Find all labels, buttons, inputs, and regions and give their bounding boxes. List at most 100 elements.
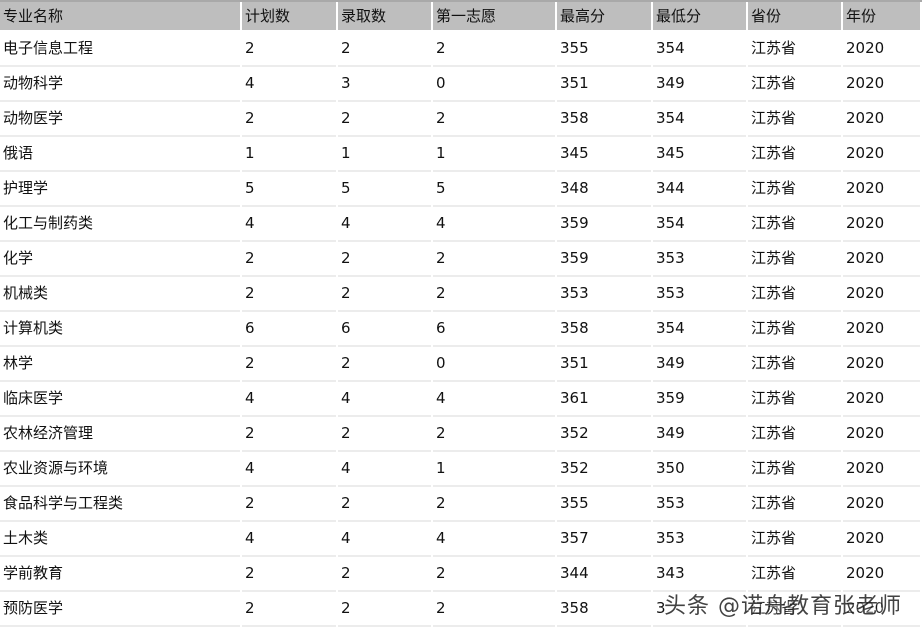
cell-year[interactable]: 2020 — [843, 417, 920, 452]
cell-max-score[interactable]: 359 — [557, 207, 651, 242]
column-header-admitted-count[interactable]: 录取数 — [338, 2, 431, 32]
cell-admitted-count[interactable]: 5 — [338, 172, 431, 207]
cell-year[interactable]: 2020 — [843, 557, 920, 592]
cell-province[interactable]: 江苏省 — [748, 242, 841, 277]
column-header-first-choice[interactable]: 第一志愿 — [433, 2, 555, 32]
cell-admitted-count[interactable]: 3 — [338, 67, 431, 102]
cell-province[interactable]: 江苏省 — [748, 417, 841, 452]
cell-year[interactable]: 2020 — [843, 207, 920, 242]
cell-max-score[interactable]: 358 — [557, 312, 651, 347]
cell-min-score[interactable]: 345 — [653, 137, 746, 172]
cell-province[interactable]: 江苏省 — [748, 312, 841, 347]
cell-year[interactable]: 2020 — [843, 487, 920, 522]
cell-year[interactable]: 2020 — [843, 452, 920, 487]
cell-first-choice[interactable]: 0 — [433, 67, 555, 102]
cell-first-choice[interactable]: 6 — [433, 312, 555, 347]
cell-major-name[interactable]: 动物医学 — [0, 102, 240, 137]
cell-max-score[interactable]: 359 — [557, 242, 651, 277]
cell-province[interactable]: 江苏省 — [748, 382, 841, 417]
cell-admitted-count[interactable]: 2 — [338, 592, 431, 627]
cell-plan-count[interactable]: 6 — [242, 312, 336, 347]
cell-plan-count[interactable]: 4 — [242, 522, 336, 557]
cell-year[interactable]: 2020 — [843, 312, 920, 347]
cell-first-choice[interactable]: 1 — [433, 137, 555, 172]
cell-province[interactable]: 江苏省 — [748, 102, 841, 137]
cell-year[interactable]: 2020 — [843, 32, 920, 67]
column-header-major-name[interactable]: 专业名称 — [0, 2, 240, 32]
cell-admitted-count[interactable]: 4 — [338, 382, 431, 417]
cell-max-score[interactable]: 355 — [557, 32, 651, 67]
cell-plan-count[interactable]: 4 — [242, 207, 336, 242]
cell-major-name[interactable]: 计算机类 — [0, 312, 240, 347]
cell-major-name[interactable]: 化学 — [0, 242, 240, 277]
column-header-province[interactable]: 省份 — [748, 2, 841, 32]
cell-first-choice[interactable]: 2 — [433, 487, 555, 522]
cell-province[interactable]: 江苏省 — [748, 347, 841, 382]
cell-max-score[interactable]: 351 — [557, 67, 651, 102]
cell-min-score[interactable]: 359 — [653, 382, 746, 417]
cell-major-name[interactable]: 俄语 — [0, 137, 240, 172]
cell-first-choice[interactable]: 4 — [433, 522, 555, 557]
cell-min-score[interactable]: 354 — [653, 32, 746, 67]
cell-plan-count[interactable]: 4 — [242, 382, 336, 417]
cell-admitted-count[interactable]: 2 — [338, 102, 431, 137]
cell-first-choice[interactable]: 0 — [433, 347, 555, 382]
cell-province[interactable]: 江苏省 — [748, 522, 841, 557]
cell-first-choice[interactable]: 1 — [433, 452, 555, 487]
cell-plan-count[interactable]: 2 — [242, 102, 336, 137]
cell-year[interactable]: 2020 — [843, 67, 920, 102]
cell-major-name[interactable]: 农林经济管理 — [0, 417, 240, 452]
cell-max-score[interactable]: 348 — [557, 172, 651, 207]
cell-year[interactable]: 2020 — [843, 137, 920, 172]
cell-first-choice[interactable]: 4 — [433, 382, 555, 417]
cell-major-name[interactable]: 动物科学 — [0, 67, 240, 102]
cell-admitted-count[interactable]: 2 — [338, 347, 431, 382]
cell-max-score[interactable]: 357 — [557, 522, 651, 557]
cell-admitted-count[interactable]: 1 — [338, 137, 431, 172]
cell-plan-count[interactable]: 2 — [242, 242, 336, 277]
cell-max-score[interactable]: 352 — [557, 417, 651, 452]
cell-admitted-count[interactable]: 2 — [338, 277, 431, 312]
cell-major-name[interactable]: 电子信息工程 — [0, 32, 240, 67]
cell-min-score[interactable]: 353 — [653, 277, 746, 312]
cell-first-choice[interactable]: 2 — [433, 32, 555, 67]
cell-min-score[interactable]: 344 — [653, 172, 746, 207]
cell-max-score[interactable]: 358 — [557, 592, 651, 627]
cell-min-score[interactable]: 349 — [653, 67, 746, 102]
cell-province[interactable]: 江苏省 — [748, 452, 841, 487]
cell-province[interactable]: 江苏省 — [748, 487, 841, 522]
cell-plan-count[interactable]: 2 — [242, 487, 336, 522]
cell-year[interactable]: 2020 — [843, 522, 920, 557]
cell-max-score[interactable]: 352 — [557, 452, 651, 487]
cell-min-score[interactable]: 353 — [653, 487, 746, 522]
cell-plan-count[interactable]: 2 — [242, 32, 336, 67]
cell-major-name[interactable]: 机械类 — [0, 277, 240, 312]
cell-max-score[interactable]: 351 — [557, 347, 651, 382]
cell-first-choice[interactable]: 2 — [433, 592, 555, 627]
column-header-max-score[interactable]: 最高分 — [557, 2, 651, 32]
cell-province[interactable]: 江苏省 — [748, 67, 841, 102]
column-header-year[interactable]: 年份 — [843, 2, 920, 32]
cell-year[interactable]: 2020 — [843, 172, 920, 207]
cell-first-choice[interactable]: 2 — [433, 242, 555, 277]
cell-min-score[interactable]: 354 — [653, 312, 746, 347]
cell-min-score[interactable]: 349 — [653, 347, 746, 382]
cell-plan-count[interactable]: 2 — [242, 277, 336, 312]
cell-first-choice[interactable]: 2 — [433, 557, 555, 592]
cell-plan-count[interactable]: 4 — [242, 452, 336, 487]
cell-min-score[interactable]: 353 — [653, 522, 746, 557]
cell-max-score[interactable]: 353 — [557, 277, 651, 312]
cell-major-name[interactable]: 农业资源与环境 — [0, 452, 240, 487]
cell-major-name[interactable]: 护理学 — [0, 172, 240, 207]
cell-min-score[interactable]: 343 — [653, 557, 746, 592]
cell-province[interactable]: 江苏省 — [748, 32, 841, 67]
cell-admitted-count[interactable]: 4 — [338, 522, 431, 557]
cell-admitted-count[interactable]: 4 — [338, 207, 431, 242]
cell-admitted-count[interactable]: 2 — [338, 557, 431, 592]
cell-min-score[interactable]: 350 — [653, 452, 746, 487]
cell-first-choice[interactable]: 5 — [433, 172, 555, 207]
cell-admitted-count[interactable]: 6 — [338, 312, 431, 347]
cell-major-name[interactable]: 学前教育 — [0, 557, 240, 592]
cell-max-score[interactable]: 361 — [557, 382, 651, 417]
column-header-plan-count[interactable]: 计划数 — [242, 2, 336, 32]
